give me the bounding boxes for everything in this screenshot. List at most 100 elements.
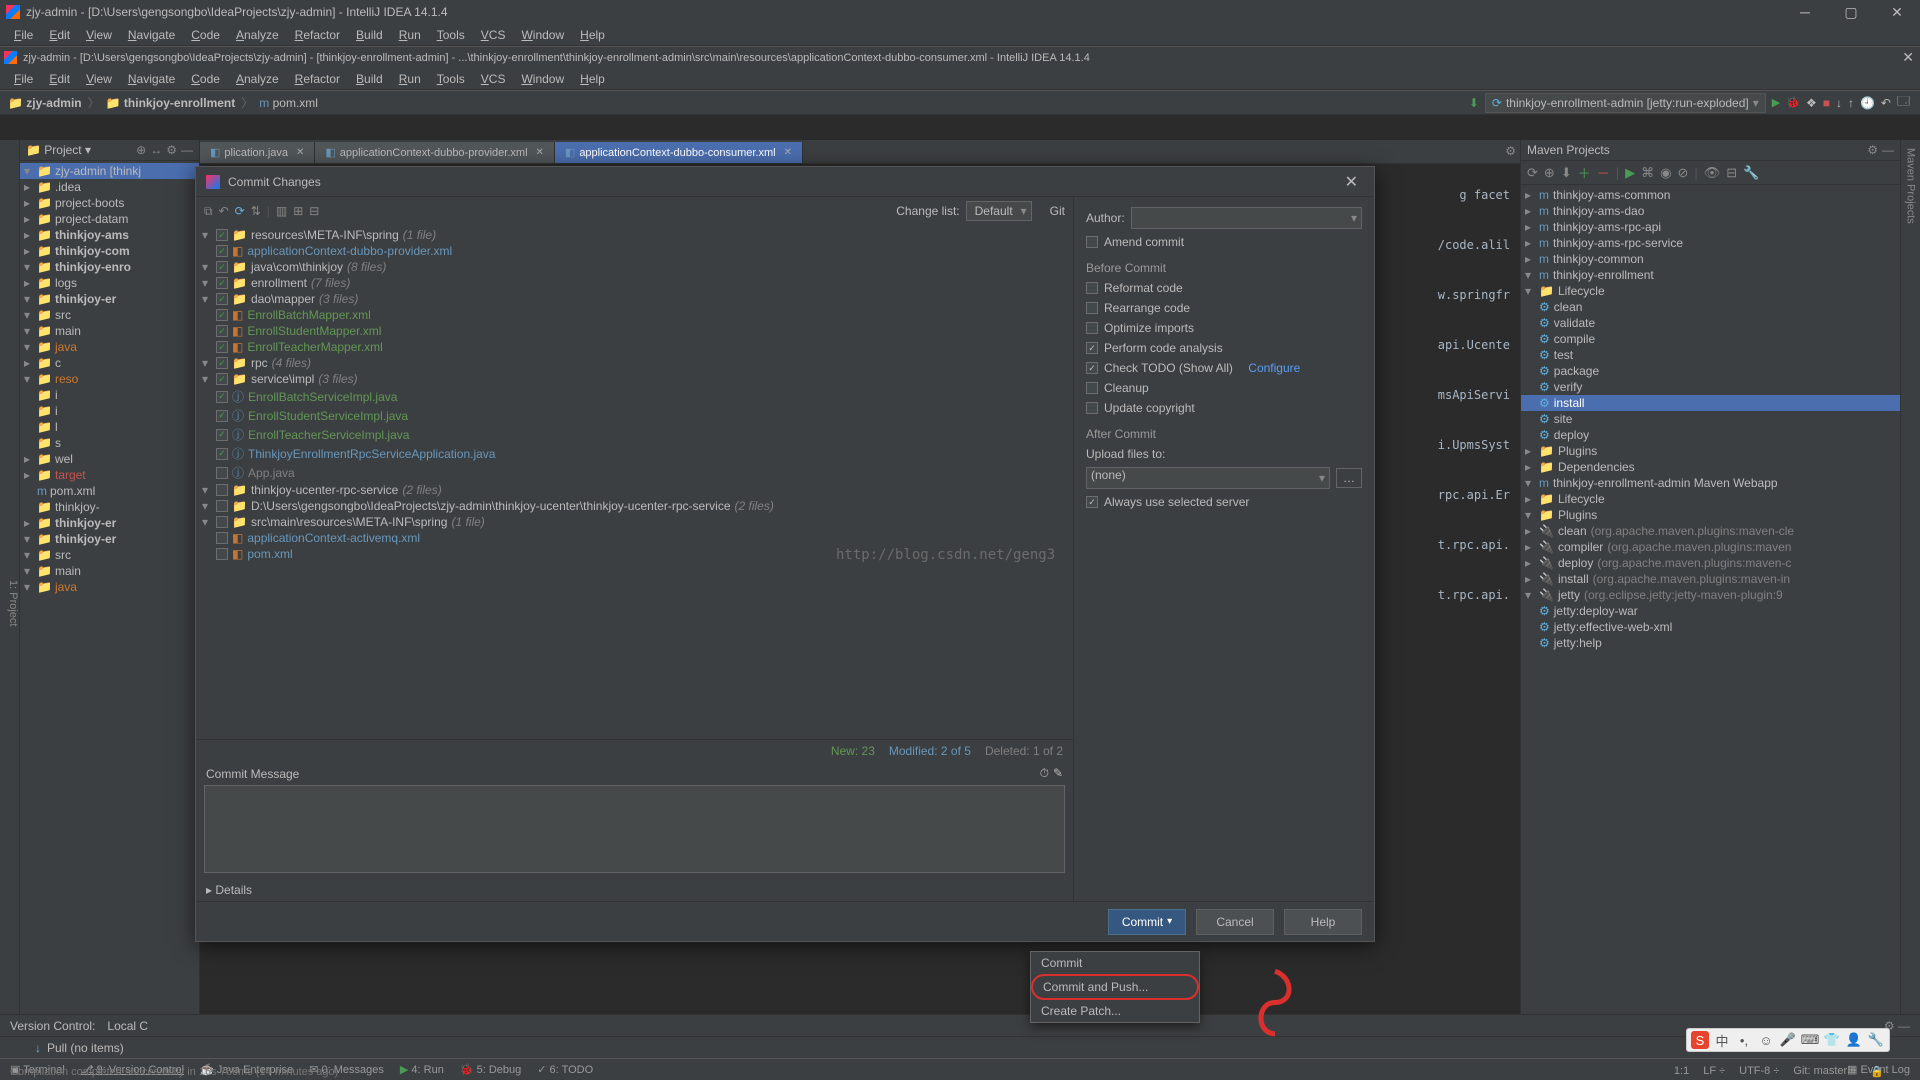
revert-icon[interactable]: ↶ xyxy=(219,204,229,218)
optimize-checkbox[interactable]: Optimize imports xyxy=(1086,321,1194,335)
rail-project[interactable]: 1: Project xyxy=(7,580,19,626)
maven-node[interactable]: ▸🔌 clean (org.apache.maven.plugins:maven… xyxy=(1521,523,1900,539)
spell-icon[interactable]: ✎ xyxy=(1053,766,1063,781)
maven-node[interactable]: ⚙ install xyxy=(1521,395,1900,411)
menu-vcs[interactable]: VCS xyxy=(473,25,514,45)
menu-help[interactable]: Help xyxy=(572,69,613,89)
commit-file-node[interactable]: ▾ 📁 thinkjoy-ucenter-rpc-service (2 file… xyxy=(196,482,1073,498)
commit-file-tree[interactable]: ▾ 📁 resources\META-INF\spring (1 file) ◧… xyxy=(196,225,1073,739)
maven-node[interactable]: ⚙ package xyxy=(1521,363,1900,379)
maven-node[interactable]: ⚙ test xyxy=(1521,347,1900,363)
maven-node[interactable]: ▸🔌 install (org.apache.maven.plugins:mav… xyxy=(1521,571,1900,587)
menu-navigate[interactable]: Navigate xyxy=(120,69,183,89)
maven-node[interactable]: ▾📁 Plugins xyxy=(1521,507,1900,523)
maven-node[interactable]: ⚙ validate xyxy=(1521,315,1900,331)
project-node[interactable]: ▾📁 src xyxy=(20,307,199,323)
menu-window[interactable]: Window xyxy=(513,69,572,89)
right-tool-gutter[interactable]: Maven Projects xyxy=(1900,140,1920,1058)
vcs-revert-button[interactable]: ↶ xyxy=(1881,96,1891,110)
encoding[interactable]: UTF-8 ÷ xyxy=(1739,1065,1779,1078)
project-node[interactable]: ▾📁 java xyxy=(20,339,199,355)
project-node[interactable]: ▸📁 project-boots xyxy=(20,195,199,211)
project-node[interactable]: ▸📁 logs xyxy=(20,275,199,291)
maven-node[interactable]: ▸🔌 deploy (org.apache.maven.plugins:mave… xyxy=(1521,555,1900,571)
maven-toggle-icon[interactable]: ◉ xyxy=(1660,165,1671,181)
reimport-icon[interactable]: ⟳ xyxy=(1527,165,1538,181)
editor-gear-icon[interactable]: ⚙ xyxy=(1505,144,1516,158)
vc-tab-local[interactable]: Local C xyxy=(107,1019,148,1033)
maven-run-icon[interactable]: ▶ xyxy=(1625,165,1635,181)
project-node[interactable]: ▸📁 .idea xyxy=(20,179,199,195)
menu-vcs[interactable]: VCS xyxy=(473,69,514,89)
menu-commit[interactable]: Commit xyxy=(1031,952,1199,974)
ime-keyboard-icon[interactable]: ⌨ xyxy=(1801,1031,1819,1049)
maven-tree[interactable]: ▸m thinkjoy-ams-common▸m thinkjoy-ams-da… xyxy=(1521,185,1900,1058)
group-icon[interactable]: ▥ xyxy=(276,204,287,218)
rearrange-checkbox[interactable]: Rearrange code xyxy=(1086,301,1190,315)
menu-analyze[interactable]: Analyze xyxy=(228,25,287,45)
maven-node[interactable]: ⚙ jetty:help xyxy=(1521,635,1900,651)
project-tree[interactable]: ▾📁 zjy-admin [thinkj▸📁 .idea▸📁 project-b… xyxy=(20,161,199,1058)
commit-file-node[interactable]: ⓙ App.java xyxy=(196,463,1073,482)
project-node[interactable]: ▾📁 thinkjoy-er xyxy=(20,531,199,547)
reformat-checkbox[interactable]: Reformat code xyxy=(1086,281,1183,295)
vc-tab-version-control[interactable]: Version Control: xyxy=(10,1019,95,1033)
close-button[interactable]: ✕ xyxy=(1874,0,1920,24)
ime-punct-icon[interactable]: •, xyxy=(1735,1031,1753,1049)
diff-icon[interactable]: ⧉ xyxy=(204,204,213,219)
left-tool-gutter[interactable]: 1: Project 7: Structure xyxy=(0,140,20,1058)
sub-close-button[interactable]: ✕ xyxy=(1902,49,1914,66)
project-view-dropdown[interactable]: 📁 Project ▾ xyxy=(26,143,91,157)
tool-todo[interactable]: ✓ 6: TODO xyxy=(537,1063,593,1076)
commit-message-input[interactable] xyxy=(204,785,1065,873)
caret-pos[interactable]: 1:1 xyxy=(1674,1065,1689,1078)
project-node[interactable]: m pom.xml xyxy=(20,483,199,499)
remove-icon[interactable]: － xyxy=(1597,163,1610,182)
cancel-button[interactable]: Cancel xyxy=(1196,909,1274,935)
commit-file-node[interactable]: ▾ 📁 resources\META-INF\spring (1 file) xyxy=(196,227,1073,243)
run-button[interactable]: ▶ xyxy=(1772,96,1780,109)
maven-node[interactable]: ▸m thinkjoy-ams-dao xyxy=(1521,203,1900,219)
maven-node[interactable]: ⚙ deploy xyxy=(1521,427,1900,443)
maven-settings-icon[interactable]: 🔧 xyxy=(1743,165,1759,181)
ime-lang-icon[interactable]: 中 xyxy=(1713,1031,1731,1049)
project-node[interactable]: ▾📁 thinkjoy-er xyxy=(20,291,199,307)
gear-icon[interactable]: ⚙ xyxy=(1867,143,1878,157)
commit-button[interactable]: Commit▾ xyxy=(1108,909,1186,935)
maven-node[interactable]: ▾m thinkjoy-enrollment-admin Maven Webap… xyxy=(1521,475,1900,491)
changelist-dropdown[interactable]: Default xyxy=(966,201,1032,221)
project-node[interactable]: ▸📁 c xyxy=(20,355,199,371)
project-node[interactable]: ▾📁 main xyxy=(20,563,199,579)
project-node[interactable]: ▾📁 reso xyxy=(20,371,199,387)
commit-file-node[interactable]: ◧ EnrollBatchMapper.xml xyxy=(196,307,1073,323)
minimize-button[interactable]: ─ xyxy=(1782,0,1828,24)
coverage-button[interactable]: ❖ xyxy=(1806,96,1817,110)
menu-refactor[interactable]: Refactor xyxy=(287,25,348,45)
configure-link[interactable]: Configure xyxy=(1248,361,1300,375)
vcs-update-button[interactable]: ↓ xyxy=(1836,96,1842,110)
maven-node[interactable]: ▸📁 Dependencies xyxy=(1521,459,1900,475)
amend-checkbox[interactable]: Amend commit xyxy=(1086,235,1184,249)
ime-tool-icon[interactable]: 🔧 xyxy=(1867,1031,1885,1049)
maven-node[interactable]: ▸📁 Lifecycle xyxy=(1521,491,1900,507)
maven-node[interactable]: ▸m thinkjoy-ams-common xyxy=(1521,187,1900,203)
project-node[interactable]: ▾📁 main xyxy=(20,323,199,339)
maven-node[interactable]: ⚙ verify xyxy=(1521,379,1900,395)
project-node[interactable]: ▾📁 src xyxy=(20,547,199,563)
add-icon[interactable]: ＋ xyxy=(1578,163,1591,182)
menu-build[interactable]: Build xyxy=(348,69,391,89)
menu-navigate[interactable]: Navigate xyxy=(120,25,183,45)
ime-user-icon[interactable]: 👤 xyxy=(1845,1031,1863,1049)
make-icon[interactable]: ⬇ xyxy=(1469,96,1479,110)
breadcrumb-item[interactable]: 📁 thinkjoy-enrollment xyxy=(106,96,236,110)
rail-maven[interactable]: Maven Projects xyxy=(1905,148,1917,224)
project-node[interactable]: 📁 s xyxy=(20,435,199,451)
project-node[interactable]: ▸📁 project-datam xyxy=(20,211,199,227)
commit-file-node[interactable]: ⓙ EnrollTeacherServiceImpl.java xyxy=(196,425,1073,444)
menu-file[interactable]: File xyxy=(6,25,41,45)
maven-node[interactable]: ▾🔌 jetty (org.eclipse.jetty:jetty-maven-… xyxy=(1521,587,1900,603)
maven-node[interactable]: ▸📁 Plugins xyxy=(1521,443,1900,459)
commit-file-node[interactable]: ▾ 📁 rpc (4 files) xyxy=(196,355,1073,371)
editor-tab[interactable]: ◧applicationContext-dubbo-consumer.xml✕ xyxy=(555,142,803,163)
menu-edit[interactable]: Edit xyxy=(41,69,78,89)
